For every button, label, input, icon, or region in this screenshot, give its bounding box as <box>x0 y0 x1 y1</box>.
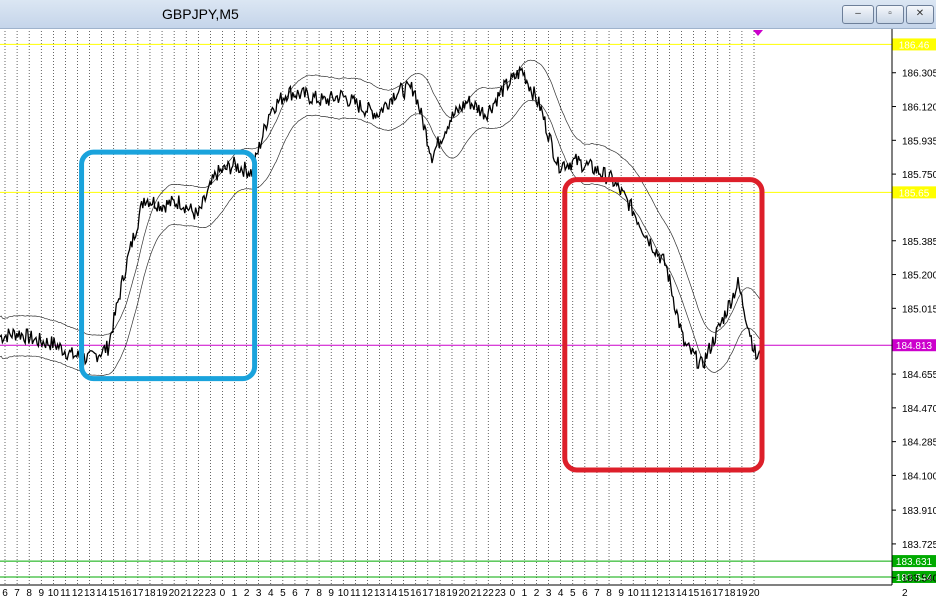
x-tick-label: 5 <box>570 588 576 599</box>
y-tick-label: 184.655 <box>902 370 936 381</box>
x-tick-label: 0 <box>220 588 226 599</box>
price-axis: 186.305 186.120 185.935 185.750 185.385 185.2… <box>891 28 936 585</box>
level-tag-label: 185.65 <box>899 188 930 199</box>
x-tick-label: 7 <box>594 588 600 599</box>
top-marker <box>753 30 763 36</box>
chart-window: 186.46 185.65 184.813 183.631 183.544 186.30… <box>0 0 936 610</box>
x-tick-label: 1 <box>522 588 528 599</box>
x-tick-label: 20 <box>748 588 760 599</box>
close-button[interactable]: ✕ <box>906 5 934 24</box>
x-tick-label: 14 <box>676 588 688 599</box>
x-tick-label: 3 <box>546 588 552 599</box>
x-tick-label: 17 <box>132 588 144 599</box>
minimize-button[interactable]: – <box>842 5 874 24</box>
x-tick-label: 9 <box>38 588 44 599</box>
x-tick-label: 12 <box>362 588 374 599</box>
x-tick-label: 11 <box>640 588 651 599</box>
y-tick-label: 186.305 <box>902 69 936 80</box>
x-tick-label: 18 <box>724 588 736 599</box>
x-tick-label: 2 <box>244 588 250 599</box>
x-tick-label: 6 <box>292 588 298 599</box>
x-tick-label: 22 <box>193 588 205 599</box>
x-tick-label: 3 <box>256 588 262 599</box>
x-tick-label: 10 <box>48 588 60 599</box>
y-tick-label: 185.200 <box>902 271 936 282</box>
y-tick-label: 183.540 <box>902 574 936 585</box>
x-tick-label: 15 <box>108 588 120 599</box>
y-tick-label: 185.385 <box>902 237 936 248</box>
x-tick-label: 14 <box>96 588 108 599</box>
x-tick-label: 21 <box>471 588 483 599</box>
x-tick-label: 18 <box>434 588 446 599</box>
price-chart[interactable]: 186.46185.65184.813183.631183.544 186.30… <box>0 0 936 610</box>
x-tick-label: 0 <box>510 588 516 599</box>
x-tick-label: 19 <box>446 588 458 599</box>
x-tick-label: 12 <box>72 588 84 599</box>
x-tick-label: 16 <box>700 588 712 599</box>
x-tick-label: 16 <box>410 588 422 599</box>
y-tick-label: 185.935 <box>902 136 936 147</box>
y-tick-label: 185.750 <box>902 170 936 181</box>
x-tick-label: 16 <box>120 588 132 599</box>
x-tick-label: 5 <box>280 588 286 599</box>
x-tick-label: 19 <box>156 588 168 599</box>
x-tick-label: 8 <box>26 588 32 599</box>
x-tick-label: 2 <box>902 588 908 599</box>
y-tick-label: 184.285 <box>902 438 936 449</box>
x-tick-label: 15 <box>398 588 410 599</box>
x-tick-label: 2 <box>534 588 540 599</box>
x-tick-label: 9 <box>328 588 334 599</box>
level-tag-label: 183.631 <box>896 557 933 568</box>
marker-layer <box>753 30 763 36</box>
x-tick-label: 13 <box>84 588 96 599</box>
x-tick-label: 4 <box>268 588 274 599</box>
y-tick-label: 185.015 <box>902 304 936 315</box>
x-tick-label: 7 <box>14 588 20 599</box>
x-tick-label: 6 <box>582 588 588 599</box>
y-tick-label: 183.725 <box>902 540 936 551</box>
x-tick-label: 22 <box>483 588 495 599</box>
vertical-grid <box>4 28 755 585</box>
level-tag-label: 184.813 <box>896 341 933 352</box>
x-tick-label: 13 <box>664 588 676 599</box>
x-tick-label: 17 <box>422 588 434 599</box>
y-tick-label: 184.100 <box>902 471 936 482</box>
x-tick-label: 14 <box>386 588 398 599</box>
x-tick-label: 8 <box>606 588 612 599</box>
annotation-box-right <box>562 177 765 473</box>
x-tick-label: 10 <box>628 588 640 599</box>
x-tick-label: 1 <box>232 588 238 599</box>
x-tick-label: 20 <box>459 588 471 599</box>
x-tick-label: 23 <box>495 588 507 599</box>
annotation-boxes <box>79 149 765 473</box>
x-tick-label: 20 <box>169 588 181 599</box>
x-tick-label: 19 <box>736 588 748 599</box>
x-tick-label: 17 <box>712 588 724 599</box>
upper-band <box>0 59 760 336</box>
x-tick-label: 12 <box>652 588 664 599</box>
window-titlebar[interactable]: GBPJPY,M5 – ▫ ✕ <box>0 0 936 29</box>
x-tick-label: 21 <box>181 588 193 599</box>
x-tick-label: 4 <box>558 588 564 599</box>
x-tick-label: 7 <box>304 588 310 599</box>
x-tick-label: 10 <box>338 588 350 599</box>
y-tick-label: 184.470 <box>902 404 936 415</box>
horizontal-levels: 186.46185.65184.813183.631183.544 <box>0 38 936 584</box>
level-tag-label: 186.46 <box>899 40 930 51</box>
x-tick-label: 11 <box>350 588 361 599</box>
x-tick-label: 9 <box>618 588 624 599</box>
x-tick-label: 23 <box>205 588 217 599</box>
x-tick-label: 15 <box>688 588 700 599</box>
x-tick-label: 6 <box>2 588 8 599</box>
y-tick-label: 186.120 <box>902 103 936 114</box>
time-axis: 6 7 8 9 10 11 12 13 14 15 16 17 18 19 20 21 22 23 0 1 2 3 4 5 6 7… <box>0 584 908 599</box>
window-title: GBPJPY,M5 <box>162 6 239 22</box>
y-tick-label: 183.910 <box>902 506 936 517</box>
restore-button[interactable]: ▫ <box>876 5 904 24</box>
x-tick-label: 13 <box>374 588 386 599</box>
x-tick-label: 11 <box>60 588 71 599</box>
x-tick-label: 8 <box>316 588 322 599</box>
x-tick-label: 18 <box>144 588 156 599</box>
